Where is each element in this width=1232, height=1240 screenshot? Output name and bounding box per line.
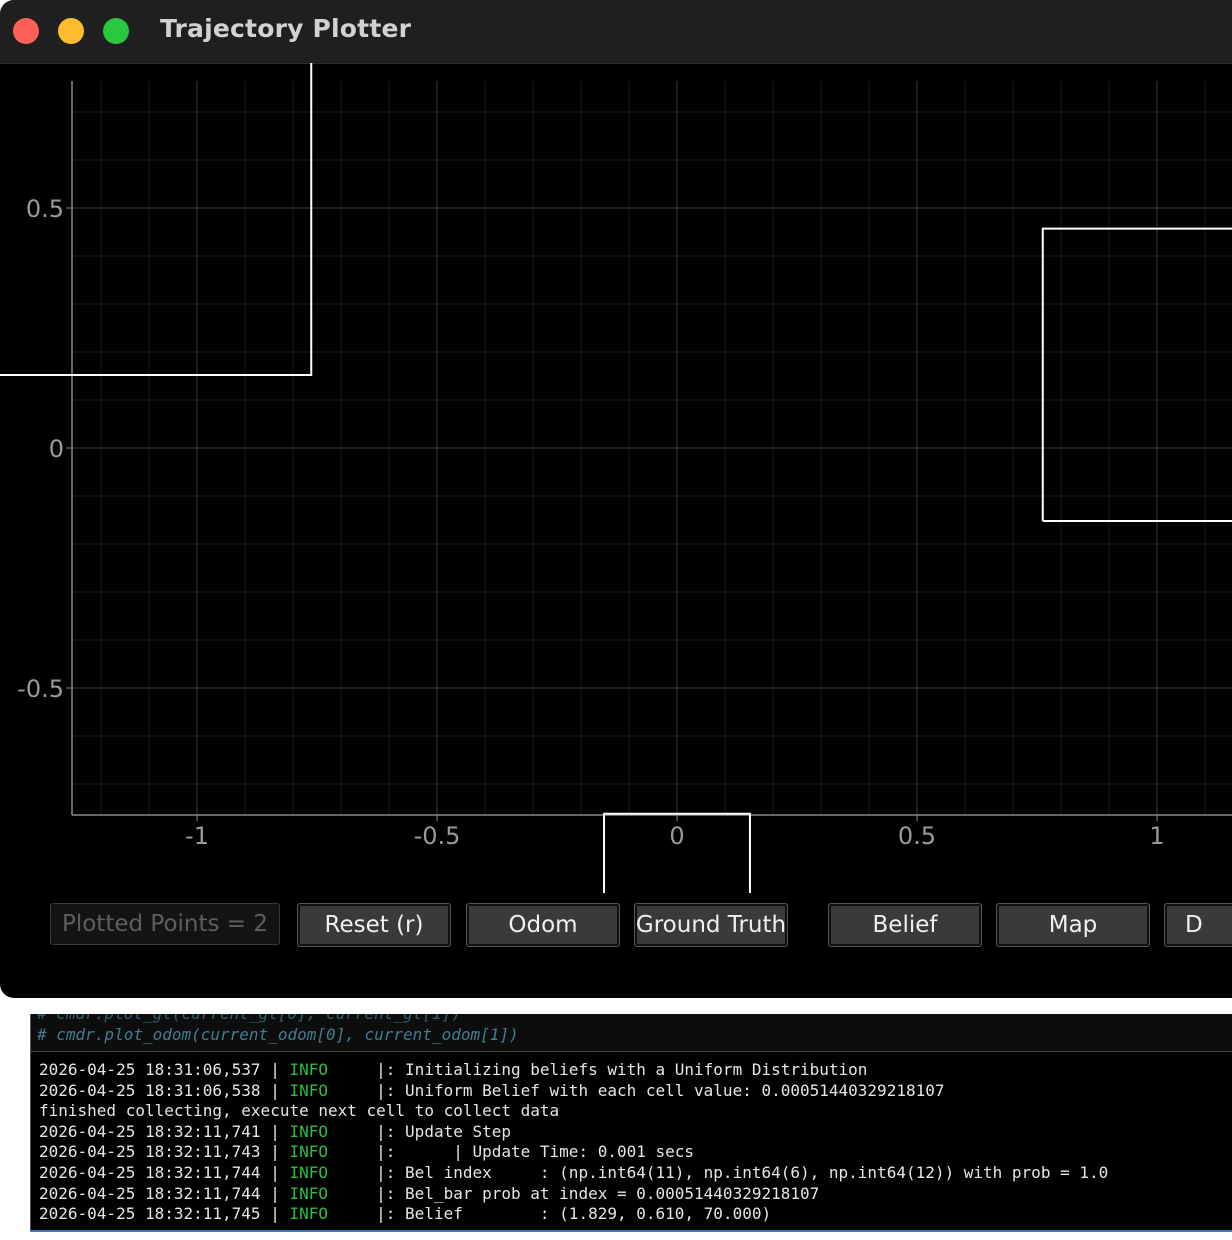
y-tick-label: 0.5 <box>26 195 64 223</box>
reset-button[interactable]: Reset (r) <box>297 903 451 947</box>
log-line: finished collecting, execute next cell t… <box>39 1101 560 1121</box>
cell-divider <box>30 1230 1232 1232</box>
belief-button[interactable]: Belief <box>828 903 982 947</box>
tick-labels: -2-1.5-1-0.500.511.5210.50-0.5-1 <box>17 195 1164 850</box>
log-line: 2026-04-25 18:32:11,743 | INFO |: | Upda… <box>39 1142 695 1162</box>
log-line: 2026-04-25 18:32:11,741 | INFO |: Update… <box>39 1121 512 1141</box>
code-cell[interactable]: # cmdr.plot_gt(current_gt[0], current_gt… <box>30 1014 1232 1052</box>
code-line: # cmdr.plot_odom(current_odom[0], curren… <box>37 1025 519 1044</box>
plotted-points-counter: Plotted Points = 2 <box>50 903 280 945</box>
trajectory-plot[interactable]: -2-1.5-1-0.500.511.5210.50-0.5-1 <box>0 63 1232 893</box>
distance-button[interactable]: D <box>1164 903 1232 947</box>
map-layer <box>0 63 1232 893</box>
close-window-button[interactable] <box>13 18 39 44</box>
map-obstacle <box>1041 227 1232 522</box>
title-bar[interactable]: Trajectory Plotter <box>0 0 1232 64</box>
log-output: 2026-04-25 18:31:06,537 | INFO |: Initia… <box>30 1052 1232 1230</box>
code-line-prev: # cmdr.plot_gt(current_gt[0], current_gt… <box>37 1014 461 1023</box>
maximize-window-button[interactable] <box>103 18 129 44</box>
notebook-output: # cmdr.plot_gt(current_gt[0], current_gt… <box>0 1014 1232 1236</box>
log-line: 2026-04-25 18:32:11,744 | INFO |: Bel in… <box>39 1163 1109 1182</box>
x-tick-label: 0.5 <box>898 822 936 850</box>
log-line: 2026-04-25 18:32:11,744 | INFO |: Bel_ba… <box>39 1183 820 1203</box>
x-tick-label: -0.5 <box>414 822 461 850</box>
log-line: 2026-04-25 18:31:06,538 | INFO |: Unifor… <box>39 1080 945 1100</box>
plot-toolbar: Plotted Points = 2 Reset (r) Odom Ground… <box>0 903 1232 949</box>
y-tick-label: 0 <box>49 435 64 463</box>
map-wall <box>0 63 313 377</box>
odom-button[interactable]: Odom <box>466 903 620 947</box>
x-tick-label: -1 <box>185 822 209 850</box>
major-grid <box>72 81 1232 815</box>
x-tick-label: 1 <box>1149 822 1164 850</box>
plot-axes <box>66 81 1232 821</box>
map-button[interactable]: Map <box>996 903 1150 947</box>
x-tick-label: 0 <box>669 822 684 850</box>
window-title: Trajectory Plotter <box>160 14 412 43</box>
log-line: 2026-04-25 18:32:11,745 | INFO |: Belief… <box>39 1204 772 1224</box>
log-line: 2026-04-25 18:31:06,537 | INFO |: Initia… <box>39 1060 868 1079</box>
minimize-window-button[interactable] <box>58 18 84 44</box>
ground-truth-button[interactable]: Ground Truth <box>634 903 788 947</box>
y-tick-label: -0.5 <box>17 675 64 703</box>
plotter-window: Trajectory Plotter -2-1.5-1-0.500.511.52… <box>0 0 1232 998</box>
